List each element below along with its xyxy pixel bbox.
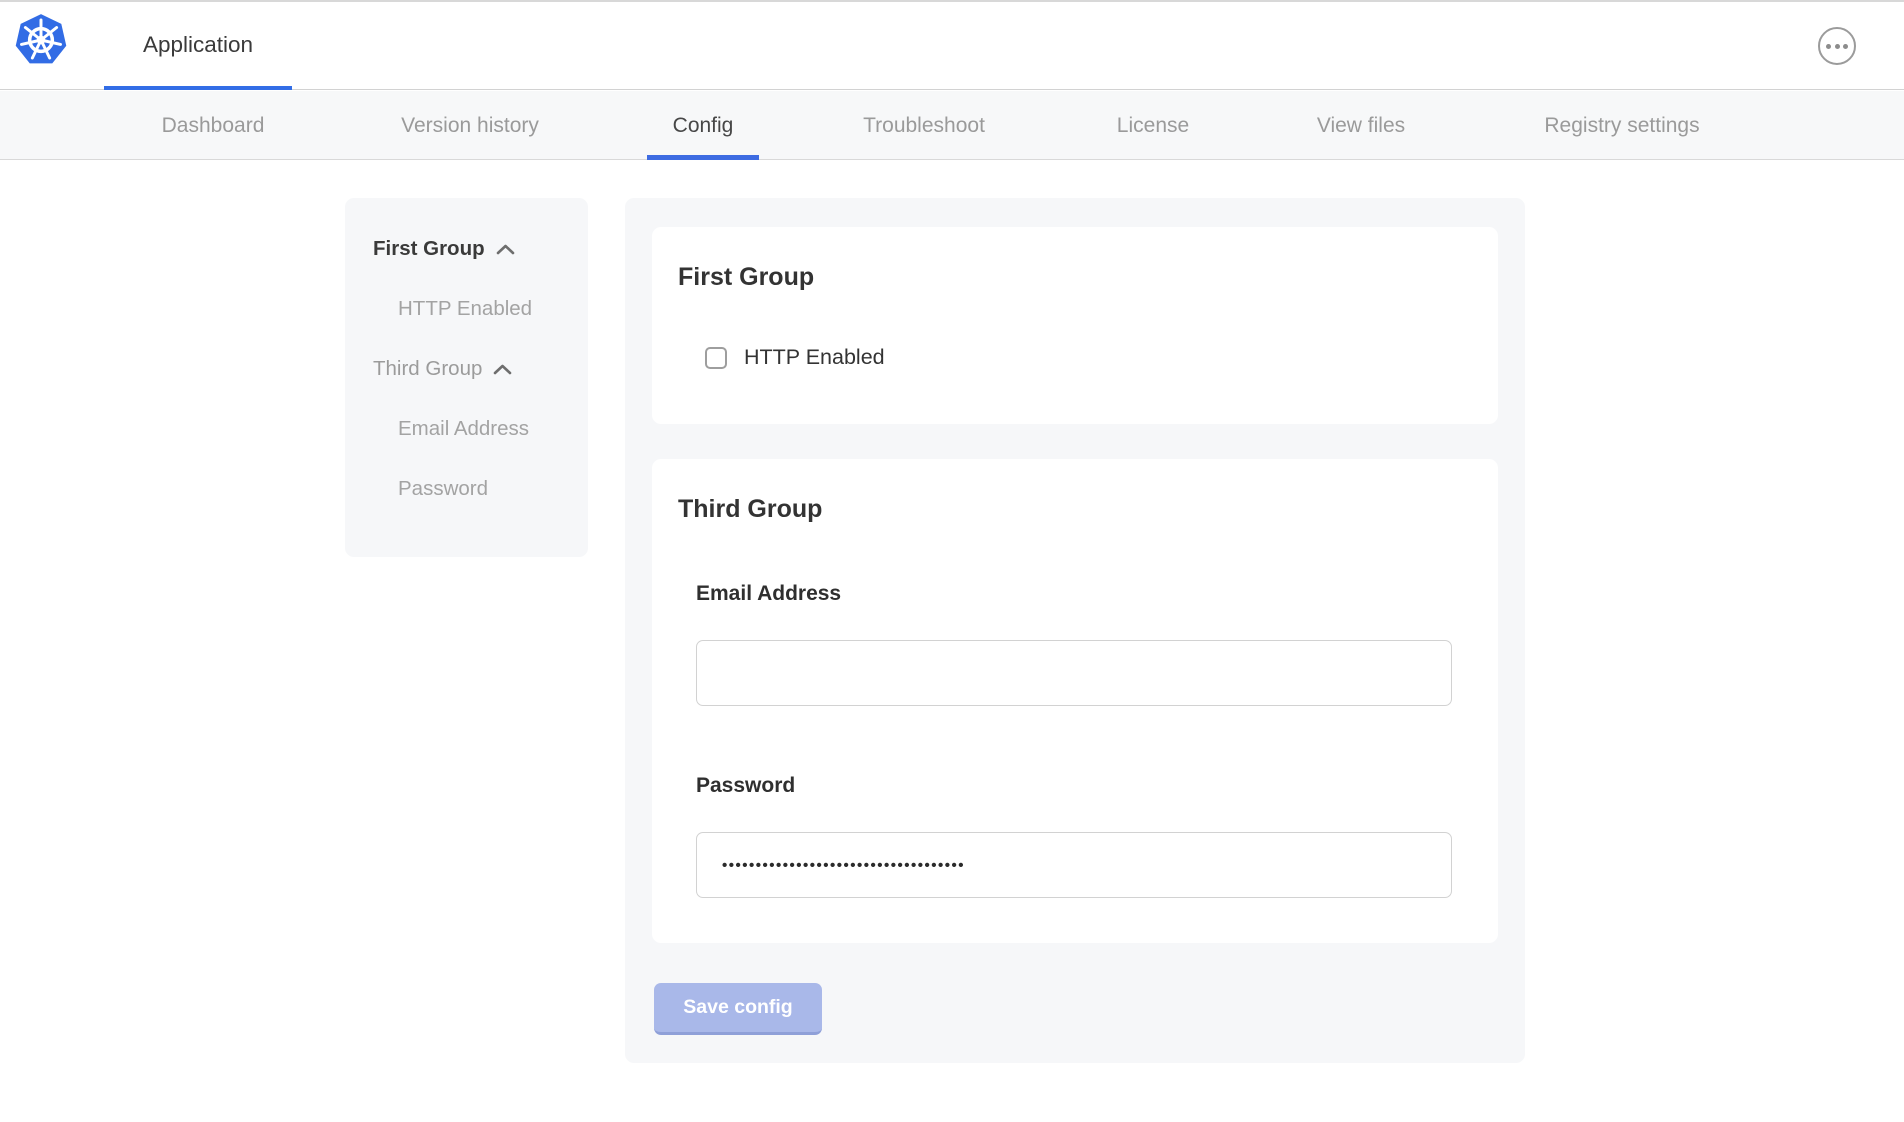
navtab-license[interactable]: License xyxy=(1117,91,1189,160)
sidebar-item-label: HTTP Enabled xyxy=(398,297,532,321)
sidebar-item-label: First Group xyxy=(373,237,485,261)
config-group-card-first: First Group HTTP Enabled xyxy=(652,227,1498,424)
config-sidebar: First Group HTTP Enabled Third Group Ema… xyxy=(345,198,588,557)
config-group-card-third: Third Group Email Address Password xyxy=(652,459,1498,943)
sidebar-item-label: Password xyxy=(398,477,488,501)
sidebar-item-email-address[interactable]: Email Address xyxy=(345,399,588,459)
password-input[interactable] xyxy=(696,832,1452,898)
save-config-button[interactable]: Save config xyxy=(654,983,822,1035)
sidebar-item-http-enabled[interactable]: HTTP Enabled xyxy=(345,279,588,339)
config-main-panel: First Group HTTP Enabled Third Group Ema… xyxy=(625,198,1525,1063)
more-options-button[interactable] xyxy=(1818,27,1856,65)
group-title: Third Group xyxy=(678,495,822,524)
sidebar-item-third-group[interactable]: Third Group xyxy=(345,339,588,399)
sidebar-item-password[interactable]: Password xyxy=(345,459,588,519)
http-enabled-label[interactable]: HTTP Enabled xyxy=(744,345,885,370)
app-navbar: Dashboard Version history Config Trouble… xyxy=(0,91,1904,160)
navtab-registry-settings[interactable]: Registry settings xyxy=(1544,91,1699,160)
active-tab-underline xyxy=(104,86,292,90)
email-address-label: Email Address xyxy=(696,582,841,606)
tab-application-label: Application xyxy=(143,32,253,57)
chevron-up-icon xyxy=(496,244,515,255)
ellipsis-icon xyxy=(1826,44,1831,49)
sidebar-item-first-group[interactable]: First Group xyxy=(345,219,588,279)
kubernetes-logo-icon xyxy=(14,13,68,67)
sidebar-item-label: Third Group xyxy=(373,357,482,381)
group-title: First Group xyxy=(678,263,814,292)
navtab-dashboard[interactable]: Dashboard xyxy=(162,91,265,160)
http-enabled-checkbox[interactable] xyxy=(705,347,727,369)
navtab-config[interactable]: Config xyxy=(673,91,734,160)
navtab-version-history[interactable]: Version history xyxy=(401,91,539,160)
sidebar-item-label: Email Address xyxy=(398,417,529,441)
password-label: Password xyxy=(696,774,795,798)
active-navtab-underline xyxy=(647,155,759,160)
email-address-input[interactable] xyxy=(696,640,1452,706)
http-enabled-row: HTTP Enabled xyxy=(705,345,885,370)
app-header: Application xyxy=(0,2,1904,90)
navtab-troubleshoot[interactable]: Troubleshoot xyxy=(863,91,985,160)
navtab-view-files[interactable]: View files xyxy=(1317,91,1405,160)
tab-application[interactable]: Application xyxy=(104,2,292,90)
chevron-up-icon xyxy=(493,364,512,375)
